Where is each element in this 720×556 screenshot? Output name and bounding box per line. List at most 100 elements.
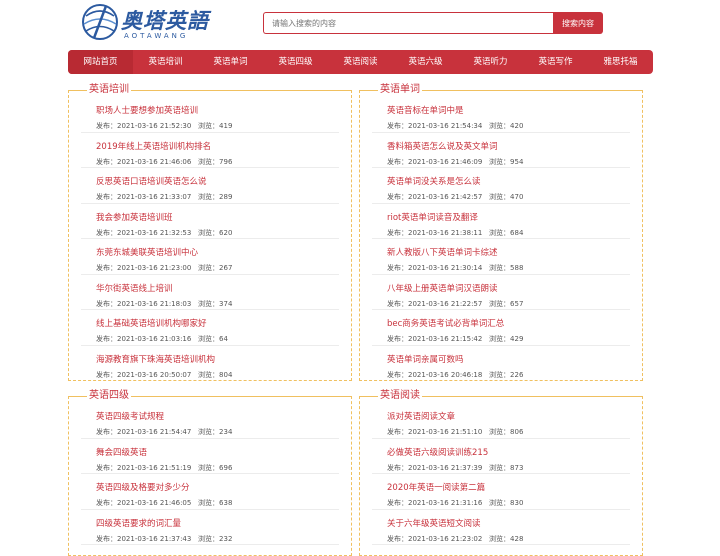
article-link[interactable]: 英语单词没关系是怎么读	[387, 175, 481, 187]
article-meta: 发布：2021-03-16 20:46:18 浏览：226	[387, 370, 524, 379]
article-list: 英语音标在单词中是发布：2021-03-16 21:54:34 浏览：420 香…	[360, 97, 642, 381]
article-meta: 发布：2021-03-16 21:32:53 浏览：620	[96, 228, 233, 237]
article-link[interactable]: 反思英语口语培训英语怎么说	[96, 175, 207, 187]
nav-item-ielts-toefl[interactable]: 雅思托福	[588, 50, 653, 74]
article-meta: 发布：2021-03-16 21:03:16 浏览：64	[96, 335, 228, 343]
nav-item-training[interactable]: 英语培训	[133, 50, 198, 74]
article-link[interactable]: 英语音标在单词中是	[387, 104, 464, 116]
article-list: 派对英语阅读文章发布：2021-03-16 21:51:10 浏览：806 必做…	[360, 403, 642, 545]
article-meta: 发布：2021-03-16 20:50:07 浏览：804	[96, 370, 233, 379]
article-link[interactable]: riot英语单词读音及翻译	[387, 211, 478, 223]
list-item: 英语四级考试规程发布：2021-03-16 21:54:47 浏览：234	[81, 403, 339, 439]
article-link[interactable]: 八年级上册英语单词汉语朗读	[387, 282, 498, 294]
site-logo[interactable]: 奥塔英語 AOTAWANG	[80, 2, 210, 44]
list-item: 线上基础英语培训机构哪家好发布：2021-03-16 21:03:16 浏览：6…	[81, 310, 339, 346]
search-box: 搜索内容	[263, 12, 603, 34]
article-link[interactable]: 职场人士要想参加英语培训	[96, 104, 198, 116]
article-meta: 发布：2021-03-16 21:38:11 浏览：684	[387, 228, 524, 237]
list-item: 2019年线上英语培训机构排名发布：2021-03-16 21:46:06 浏览…	[81, 133, 339, 168]
list-item: 2020年英语一阅读第二篇发布：2021-03-16 21:31:16 浏览：8…	[372, 474, 630, 510]
list-item: 香料箱英语怎么说及英文单词发布：2021-03-16 21:46:09 浏览：9…	[372, 133, 630, 168]
article-meta: 发布：2021-03-16 21:37:39 浏览：873	[387, 463, 524, 472]
article-link[interactable]: 关于六年级英语短文阅读	[387, 517, 481, 529]
article-meta: 发布：2021-03-16 21:37:43 浏览：232	[96, 534, 233, 543]
list-item: riot英语单词读音及翻译发布：2021-03-16 21:38:11 浏览：6…	[372, 204, 630, 239]
nav-item-words[interactable]: 英语单词	[198, 50, 263, 74]
search-button[interactable]: 搜索内容	[553, 12, 603, 34]
article-meta: 发布：2021-03-16 21:18:03 浏览：374	[96, 299, 233, 308]
list-item: 英语单词亲属可数吗发布：2021-03-16 20:46:18 浏览：226	[372, 346, 630, 382]
article-link[interactable]: 必做英语六级阅读训练215	[387, 446, 488, 458]
section-title[interactable]: 英语培训	[87, 83, 131, 97]
section-title[interactable]: 英语单词	[378, 83, 422, 97]
article-link[interactable]: 英语四级考试规程	[96, 410, 164, 422]
section-panel: 英语阅读 派对英语阅读文章发布：2021-03-16 21:51:10 浏览：8…	[359, 389, 643, 556]
article-meta: 发布：2021-03-16 21:22:57 浏览：657	[387, 299, 524, 308]
list-item: 我会参加英语培训班发布：2021-03-16 21:32:53 浏览：620	[81, 204, 339, 239]
article-link[interactable]: 我会参加英语培训班	[96, 211, 173, 223]
article-meta: 发布：2021-03-16 21:15:42 浏览：429	[387, 335, 524, 343]
article-meta: 发布：2021-03-16 21:42:57 浏览：470	[387, 193, 524, 201]
article-link[interactable]: 东莞东城美联英语培训中心	[96, 246, 198, 258]
article-link[interactable]: 舞会四级英语	[96, 446, 147, 458]
article-meta: 发布：2021-03-16 21:46:05 浏览：638	[96, 499, 233, 507]
article-meta: 发布：2021-03-16 21:46:09 浏览：954	[387, 157, 524, 166]
search-input[interactable]	[263, 12, 553, 34]
article-meta: 发布：2021-03-16 21:30:14 浏览：588	[387, 264, 524, 272]
list-item: 必做英语六级阅读训练215 发布：2021-03-16 21:37:39 浏览：8…	[372, 439, 630, 474]
article-link[interactable]: 英语四级及格要对多少分	[96, 481, 190, 493]
list-item: 舞会四级英语发布：2021-03-16 21:51:19 浏览：696	[81, 439, 339, 474]
article-link[interactable]: 2019年线上英语培训机构排名	[96, 140, 211, 152]
nav-item-listening[interactable]: 英语听力	[458, 50, 523, 74]
article-list: 职场人士要想参加英语培训发布：2021-03-16 21:52:30 浏览：41…	[69, 97, 351, 381]
article-link[interactable]: 英语单词亲属可数吗	[387, 353, 464, 365]
article-link[interactable]: 派对英语阅读文章	[387, 410, 455, 422]
main-nav: 网站首页 英语培训 英语单词 英语四级 英语阅读 英语六级 英语听力 英语写作 …	[68, 50, 653, 74]
article-link[interactable]: 新人教版八下英语单词卡综述	[387, 246, 498, 258]
list-item: 反思英语口语培训英语怎么说发布：2021-03-16 21:33:07 浏览：2…	[81, 168, 339, 204]
article-meta: 发布：2021-03-16 21:23:00 浏览：267	[96, 264, 233, 272]
nav-item-cet6[interactable]: 英语六级	[393, 50, 458, 74]
article-meta: 发布：2021-03-16 21:33:07 浏览：289	[96, 193, 233, 201]
article-link[interactable]: 2020年英语一阅读第二篇	[387, 481, 485, 493]
section-panel: 英语培训 职场人士要想参加英语培训发布：2021-03-16 21:52:30 …	[68, 83, 352, 381]
logo-subtext: AOTAWANG	[124, 32, 189, 40]
list-item: 英语单词没关系是怎么读发布：2021-03-16 21:42:57 浏览：470	[372, 168, 630, 204]
article-meta: 发布：2021-03-16 21:51:10 浏览：806	[387, 428, 524, 436]
nav-item-home[interactable]: 网站首页	[68, 50, 133, 74]
article-list: 英语四级考试规程发布：2021-03-16 21:54:47 浏览：234 舞会…	[69, 403, 351, 545]
list-item: 英语音标在单词中是发布：2021-03-16 21:54:34 浏览：420	[372, 97, 630, 133]
section-title[interactable]: 英语四级	[87, 389, 131, 403]
list-item: 华尔街英语线上培训发布：2021-03-16 21:18:03 浏览：374	[81, 275, 339, 310]
list-item: 英语四级及格要对多少分发布：2021-03-16 21:46:05 浏览：638	[81, 474, 339, 510]
section-panel: 英语四级 英语四级考试规程发布：2021-03-16 21:54:47 浏览：2…	[68, 389, 352, 556]
article-meta: 发布：2021-03-16 21:54:34 浏览：420	[387, 122, 524, 130]
nav-item-reading[interactable]: 英语阅读	[328, 50, 393, 74]
list-item: 新人教版八下英语单词卡综述发布：2021-03-16 21:30:14 浏览：5…	[372, 239, 630, 275]
list-item: bec商务英语考试必背单词汇总发布：2021-03-16 21:15:42 浏览…	[372, 310, 630, 346]
article-link[interactable]: 四级英语要求的词汇量	[96, 517, 181, 529]
article-link[interactable]: 海源教育旗下珠海英语培训机构	[96, 353, 215, 365]
site-header: 奥塔英語 AOTAWANG 搜索内容	[0, 0, 720, 48]
list-item: 八年级上册英语单词汉语朗读发布：2021-03-16 21:22:57 浏览：6…	[372, 275, 630, 310]
article-meta: 发布：2021-03-16 21:23:02 浏览：428	[387, 534, 524, 543]
nav-item-cet4[interactable]: 英语四级	[263, 50, 328, 74]
nav-item-writing[interactable]: 英语写作	[523, 50, 588, 74]
article-link[interactable]: 线上基础英语培训机构哪家好	[96, 317, 207, 329]
article-link[interactable]: 香料箱英语怎么说及英文单词	[387, 140, 498, 152]
article-link[interactable]: 华尔街英语线上培训	[96, 282, 173, 294]
article-meta: 发布：2021-03-16 21:31:16 浏览：830	[387, 499, 524, 507]
article-meta: 发布：2021-03-16 21:46:06 浏览：796	[96, 157, 233, 166]
article-link[interactable]: bec商务英语考试必背单词汇总	[387, 317, 504, 329]
section-title[interactable]: 英语阅读	[378, 389, 422, 403]
list-item: 东莞东城美联英语培训中心发布：2021-03-16 21:23:00 浏览：26…	[81, 239, 339, 275]
article-meta: 发布：2021-03-16 21:52:30 浏览：419	[96, 122, 233, 130]
article-meta: 发布：2021-03-16 21:51:19 浏览：696	[96, 463, 233, 472]
list-item: 派对英语阅读文章发布：2021-03-16 21:51:10 浏览：806	[372, 403, 630, 439]
logo-text: 奥塔英語	[121, 8, 209, 33]
list-item: 职场人士要想参加英语培训发布：2021-03-16 21:52:30 浏览：41…	[81, 97, 339, 133]
article-meta: 发布：2021-03-16 21:54:47 浏览：234	[96, 428, 233, 436]
section-panel: 英语单词 英语音标在单词中是发布：2021-03-16 21:54:34 浏览：…	[359, 83, 643, 381]
globe-logo-icon	[82, 4, 118, 40]
list-item: 海源教育旗下珠海英语培训机构发布：2021-03-16 20:50:07 浏览：…	[81, 346, 339, 382]
